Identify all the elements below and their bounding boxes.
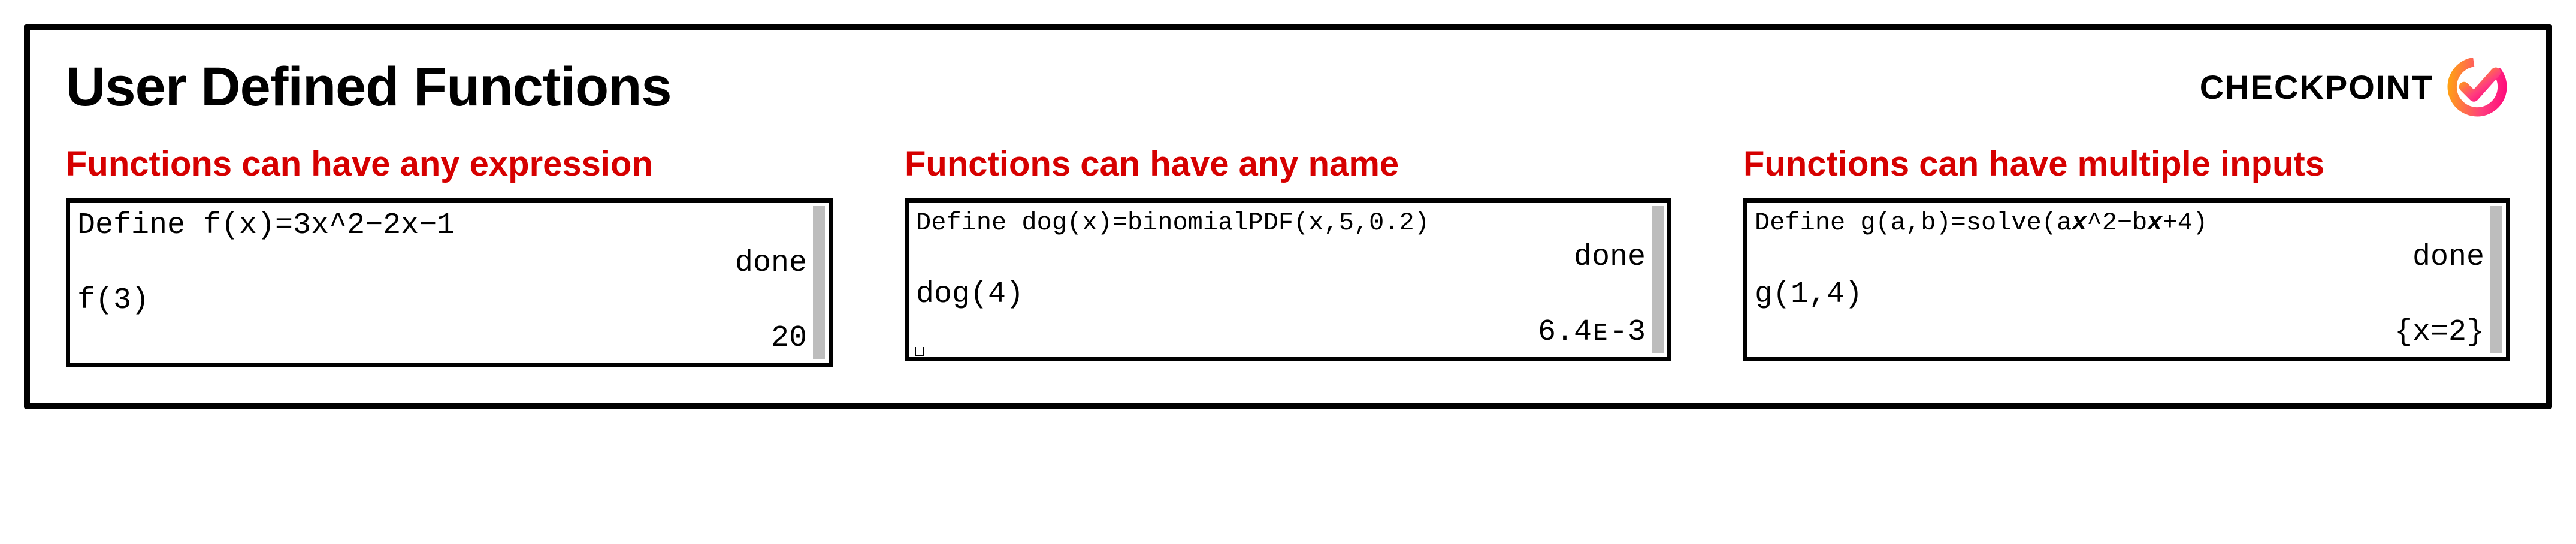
calc-input-line: dog(4) [916,276,1646,314]
subtitle-name: Functions can have any name [905,144,1671,184]
subtitle-expression: Functions can have any expression [66,144,833,184]
seg: +4) [2163,208,2208,237]
calc-result: 20 [77,320,807,358]
content-frame: User Defined Functions CHECKPOINT [24,24,2552,409]
header-row: User Defined Functions CHECKPOINT [66,54,2510,120]
var-x-icon: x [2072,208,2087,237]
seg: Define g(a,b)=solve(a [1755,208,2072,237]
cursor-marker [915,347,924,356]
calc-result: {x=2} [1755,314,2484,352]
checkpoint-icon [2444,54,2510,120]
column-name: Functions can have any name Define dog(x… [905,144,1671,361]
calc-result: 6.4ᴇ-3 [916,314,1646,352]
subtitle-multiple: Functions can have multiple inputs [1743,144,2510,184]
column-expression: Functions can have any expression Define… [66,144,833,367]
checkpoint-badge: CHECKPOINT [2200,54,2510,120]
calc-screen-name: Define dog(x)=binomialPDF(x,5,0.2) done … [905,198,1671,361]
seg: ^2−b [2087,208,2148,237]
var-x-icon: x [2147,208,2162,237]
checkpoint-label: CHECKPOINT [2200,68,2433,107]
calc-input-line: g(1,4) [1755,276,2484,314]
calc-input-line: Define f(x)=3x^2−2x−1 [77,207,807,245]
calc-input-line: f(3) [77,282,807,320]
column-multiple-inputs: Functions can have multiple inputs Defin… [1743,144,2510,361]
calc-status: done [1755,239,2484,277]
page-title: User Defined Functions [66,56,672,119]
calc-status: done [916,239,1646,277]
calc-status: done [77,245,807,283]
calc-screen-multiple: Define g(a,b)=solve(ax^2−bx+4) done g(1,… [1743,198,2510,361]
calc-screen-expression: Define f(x)=3x^2−2x−1 done f(3) 20 [66,198,833,367]
calc-input-line: Define dog(x)=binomialPDF(x,5,0.2) [916,207,1646,239]
columns-row: Functions can have any expression Define… [66,144,2510,367]
calc-input-line: Define g(a,b)=solve(ax^2−bx+4) [1755,207,2484,239]
